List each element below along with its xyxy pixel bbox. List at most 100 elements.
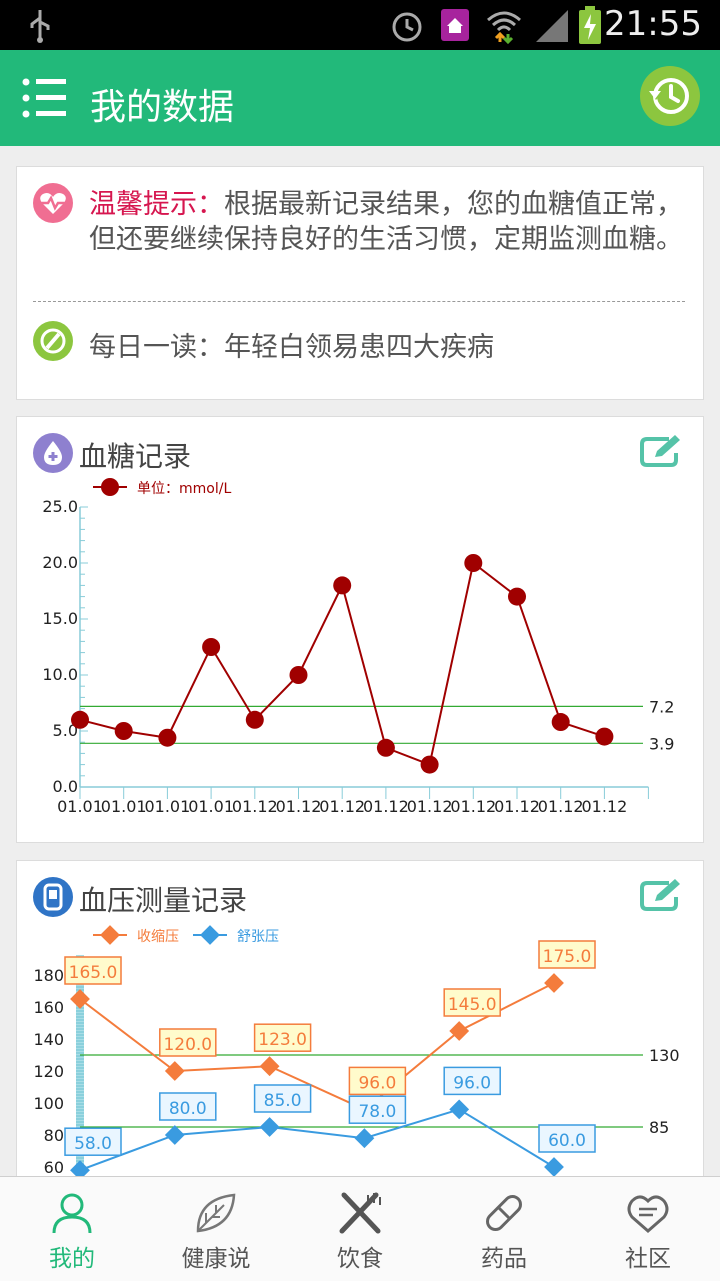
pill-icon: [486, 1195, 522, 1231]
heart-chat-icon: [627, 1195, 669, 1233]
legend-label: 收缩压: [137, 929, 179, 945]
data-label: 80.0: [169, 1099, 207, 1119]
x-tick-label: 01.12: [581, 797, 627, 816]
tip-label: 温馨提示：: [89, 189, 224, 220]
reference-label: 7.2: [649, 697, 674, 716]
reference-label: 85: [649, 1118, 669, 1137]
x-tick-label: 01.12: [232, 797, 278, 816]
data-label: 120.0: [163, 1035, 212, 1055]
leaf-icon: [196, 1193, 236, 1233]
daily-read-link[interactable]: 每日一读：年轻白领易患四大疾病: [89, 325, 494, 364]
edit-bp-icon[interactable]: [639, 877, 683, 915]
x-tick-label: 01.12: [363, 797, 409, 816]
y-tick-label: 180: [33, 966, 64, 985]
data-point: [544, 1157, 564, 1177]
y-tick-label: 60: [44, 1158, 64, 1177]
user-icon: [52, 1193, 92, 1234]
data-label: 96.0: [358, 1073, 396, 1093]
nav-item-mine[interactable]: 我的: [0, 1177, 144, 1281]
data-point: [202, 638, 221, 656]
usb-icon: [30, 10, 50, 43]
data-point: [164, 1125, 185, 1145]
data-label: 78.0: [358, 1102, 396, 1122]
edit-glucose-icon[interactable]: [639, 433, 683, 471]
x-tick-label: 01.12: [407, 797, 453, 816]
x-tick-label: 01.01: [188, 797, 234, 816]
history-button[interactable]: [640, 66, 700, 126]
y-tick-label: 20.0: [42, 553, 78, 572]
data-point: [551, 713, 570, 732]
x-tick-label: 01.12: [450, 797, 496, 816]
x-tick-label: 01.12: [319, 797, 365, 816]
nav-label: 我的: [49, 1246, 95, 1272]
tip-card: 温馨提示：根据最新记录结果，您的血糖值正常，但还要继续保持良好的生活习惯，定期监…: [16, 166, 704, 400]
bp-monitor-icon: [33, 877, 73, 917]
data-point: [259, 1117, 280, 1137]
y-tick-label: 15.0: [42, 609, 78, 628]
nav-item-diet[interactable]: 饮食: [288, 1177, 432, 1281]
y-tick-label: 100: [33, 1094, 64, 1113]
page-title: 我的数据: [90, 87, 235, 128]
bottom-nav: 我的 健康说 饮食 药品 社区: [0, 1176, 720, 1281]
data-label: 96.0: [453, 1073, 491, 1093]
y-tick-label: 160: [33, 998, 64, 1017]
x-tick-label: 01.01: [57, 797, 103, 816]
bp-chart: 收缩压 舒张压 60 80 100 120 140 160 180 130 85 165.0 120.0…: [33, 925, 680, 1185]
data-label: 123.0: [258, 1030, 307, 1050]
data-point: [164, 1061, 185, 1081]
data-point: [464, 554, 483, 572]
y-tick-label: 10.0: [42, 665, 78, 684]
tip-text: 温馨提示：根据最新记录结果，您的血糖值正常，但还要继续保持良好的生活习惯，定期监…: [89, 187, 689, 257]
reference-label: 3.9: [649, 734, 674, 753]
glucose-card: 血糖记录 单位：mmol/L 0.0 5.0 10.0 15.0 20.0 25.0 01.0…: [16, 416, 704, 843]
utensils-icon: [339, 1192, 381, 1234]
data-point: [508, 587, 526, 606]
app-bar: 我的数据: [0, 50, 720, 146]
series-line: [79, 1108, 555, 1172]
data-label: 175.0: [543, 947, 592, 967]
reference-label: 130: [649, 1046, 680, 1065]
data-point: [544, 973, 564, 993]
nav-item-community[interactable]: 社区: [576, 1177, 720, 1281]
x-tick-label: 01.12: [494, 797, 540, 816]
history-icon: [649, 78, 689, 114]
nav-item-health-talk[interactable]: 健康说: [144, 1177, 288, 1281]
bp-card: 血压测量记录 收缩压 舒张压 60 80 100 120 140 160 180 130 85 165…: [16, 860, 704, 1192]
y-tick-label: 0.0: [53, 777, 78, 796]
home-app-icon: [441, 9, 469, 41]
x-tick-label: 01.01: [144, 797, 190, 816]
status-time: 21:55: [604, 4, 702, 44]
data-point: [289, 666, 308, 684]
data-point: [114, 722, 133, 740]
data-label: 85.0: [264, 1091, 302, 1111]
signal-icon: [536, 10, 568, 42]
nav-label: 饮食: [337, 1246, 383, 1272]
data-point: [158, 728, 177, 747]
menu-icon[interactable]: [22, 76, 68, 120]
y-tick-label: 25.0: [42, 497, 78, 516]
legend-label: 舒张压: [237, 929, 279, 945]
data-point: [71, 710, 89, 729]
data-point: [354, 1128, 375, 1149]
nav-item-medicine[interactable]: 药品: [432, 1177, 576, 1281]
nav-label: 药品: [481, 1246, 527, 1272]
y-tick-label: 80: [44, 1126, 64, 1145]
data-point: [333, 576, 352, 595]
data-point: [420, 755, 439, 774]
x-tick-label: 01.01: [101, 797, 147, 816]
y-tick-label: 120: [33, 1062, 64, 1081]
data-label: 58.0: [74, 1134, 112, 1154]
data-label: 165.0: [69, 963, 118, 983]
legend-marker: [200, 925, 220, 945]
x-tick-label: 01.12: [538, 797, 584, 816]
x-tick-label: 01.12: [276, 797, 322, 816]
data-label: 145.0: [448, 995, 497, 1015]
heart-rate-icon: [33, 183, 73, 223]
glucose-chart: 单位：mmol/L0.05.010.015.020.025.001.0101.0…: [42, 478, 674, 816]
status-bar: 21:55: [0, 0, 720, 50]
legend-label: 单位：mmol/L: [137, 481, 231, 497]
data-point: [595, 727, 614, 746]
nav-label: 社区: [625, 1246, 671, 1272]
nav-label: 健康说: [181, 1246, 251, 1272]
data-point: [245, 710, 264, 729]
